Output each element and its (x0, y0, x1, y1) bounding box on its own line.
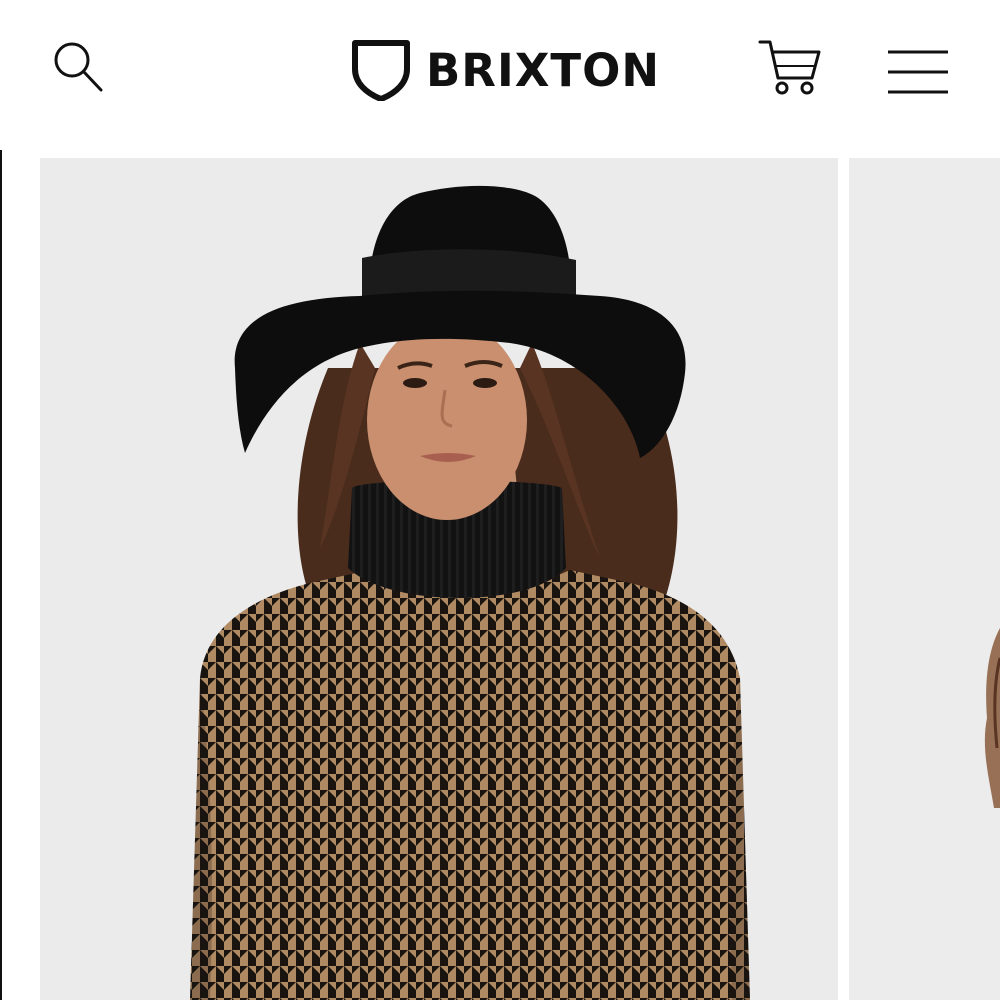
search-icon (54, 42, 103, 92)
next-product-image[interactable] (849, 158, 1000, 1000)
brand-name: BRIXTON (426, 43, 660, 97)
cart-button[interactable] (758, 38, 822, 98)
brand-logo-link[interactable]: BRIXTON (350, 38, 660, 102)
menu-button[interactable] (884, 46, 952, 98)
next-product-photo (984, 628, 1000, 808)
site-header: BRIXTON (0, 0, 1000, 150)
shield-logo-icon (352, 40, 410, 101)
cart-icon (758, 40, 821, 95)
viewport-edge (0, 0, 2, 1000)
product-image[interactable] (40, 158, 838, 1000)
search-button[interactable] (50, 38, 106, 96)
model-wearing-hat-photo (190, 185, 750, 1000)
hamburger-menu-icon (888, 50, 948, 94)
